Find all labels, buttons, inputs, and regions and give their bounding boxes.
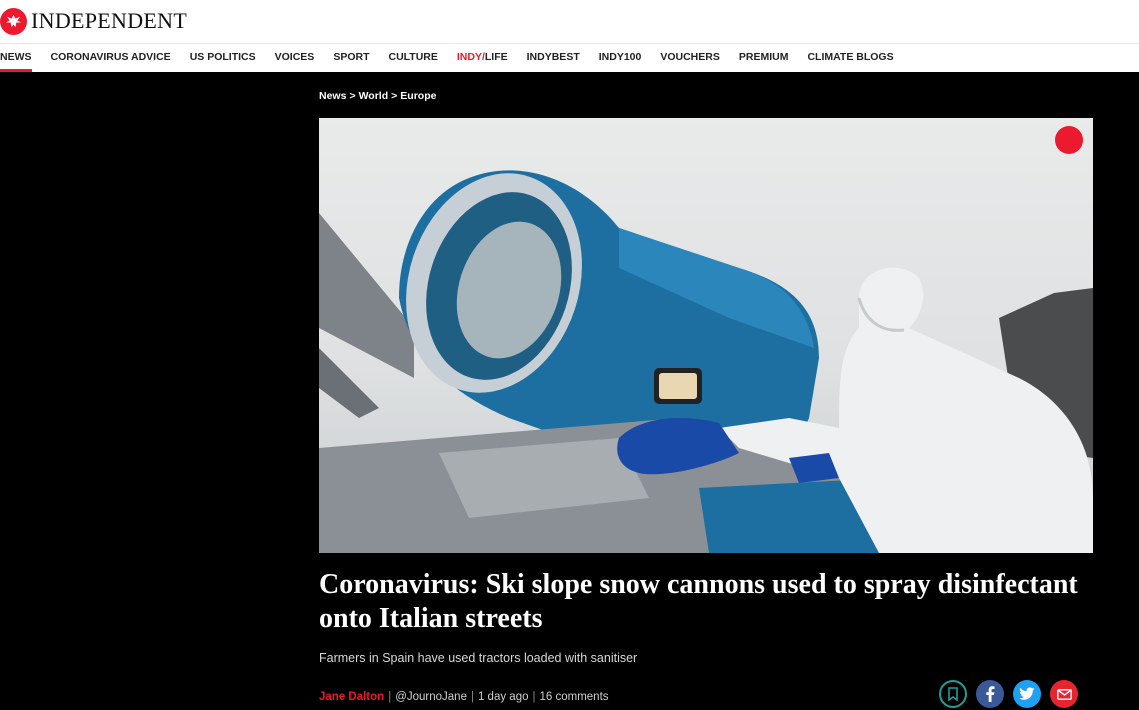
author-handle[interactable]: @JournoJane [395, 691, 467, 703]
comments-link[interactable]: 16 comments [539, 691, 608, 703]
article-standfirst: Farmers in Spain have used tractors load… [319, 651, 638, 665]
brand-name: INDEPENDENT [31, 8, 188, 33]
nav-label: CORONAVIRUS ADVICE [50, 51, 171, 63]
nav-label: VOUCHERS [660, 51, 720, 63]
nav-label: CLIMATE BLOGS [807, 51, 894, 63]
nav-label: INDY100 [598, 51, 642, 63]
article-byline: Jane Dalton | @JournoJane | 1 day ago | … [319, 691, 609, 703]
nav-item-premium[interactable]: PREMIUM [739, 44, 789, 72]
nav-item-news[interactable]: NEWS [0, 44, 32, 72]
facebook-share-button[interactable] [976, 680, 1004, 708]
site-header: INDEPENDENT [0, 0, 1139, 44]
main-nav: NEWS CORONAVIRUS ADVICE US POLITICS VOIC… [0, 44, 1139, 72]
breadcrumb-europe[interactable]: Europe [400, 90, 436, 102]
nav-item-us-politics[interactable]: US POLITICS [190, 44, 256, 72]
nav-label-suffix: LIFE [484, 51, 508, 63]
nav-label: CULTURE [388, 51, 438, 63]
byline-divider: | [470, 691, 474, 703]
breadcrumb-news[interactable]: News [319, 90, 346, 102]
bookmark-button[interactable] [939, 680, 967, 708]
nav-item-culture[interactable]: CULTURE [388, 44, 437, 72]
email-share-button[interactable] [1050, 680, 1078, 708]
brand-link[interactable]: INDEPENDENT [0, 6, 187, 36]
nav-item-indy-life[interactable]: INDY/LIFE [457, 44, 508, 72]
author-link[interactable]: Jane Dalton [319, 691, 384, 703]
nav-label: SPORT [333, 51, 370, 63]
nav-item-climate-blogs[interactable]: CLIMATE BLOGS [807, 44, 893, 72]
article-headline: Coronavirus: Ski slope snow cannons used… [319, 569, 1078, 634]
breadcrumb-separator: > [349, 90, 356, 102]
breadcrumb-separator: > [391, 90, 398, 102]
nav-item-vouchers[interactable]: VOUCHERS [660, 44, 720, 72]
publish-time: 1 day ago [477, 691, 529, 703]
facebook-icon [986, 686, 995, 702]
nav-label: PREMIUM [738, 51, 789, 63]
hero-image[interactable] [319, 118, 1093, 553]
twitter-icon [1019, 687, 1035, 700]
nav-item-sport[interactable]: SPORT [333, 44, 369, 72]
nav-label-prefix: INDY [456, 51, 482, 63]
breadcrumb-world[interactable]: World [359, 90, 389, 102]
eagle-logo-icon [0, 7, 27, 35]
eagle-watermark-icon [1055, 126, 1083, 154]
email-icon [1056, 688, 1072, 700]
nav-item-indy100[interactable]: INDY100 [599, 44, 642, 72]
share-bar [939, 680, 1078, 708]
nav-label: INDYBEST [526, 51, 580, 63]
nav-item-voices[interactable]: VOICES [275, 44, 315, 72]
twitter-share-button[interactable] [1013, 680, 1041, 708]
byline-divider: | [532, 691, 536, 703]
nav-label: NEWS [0, 51, 32, 63]
nav-label: VOICES [274, 51, 315, 63]
breadcrumb: News > World > Europe [319, 90, 436, 102]
nav-item-coronavirus-advice[interactable]: CORONAVIRUS ADVICE [51, 44, 171, 72]
nav-item-indybest[interactable]: INDYBEST [527, 44, 580, 72]
bookmark-icon [948, 687, 958, 701]
nav-label: US POLITICS [189, 51, 256, 63]
hero-illustration [319, 170, 1093, 553]
byline-divider: | [388, 691, 392, 703]
